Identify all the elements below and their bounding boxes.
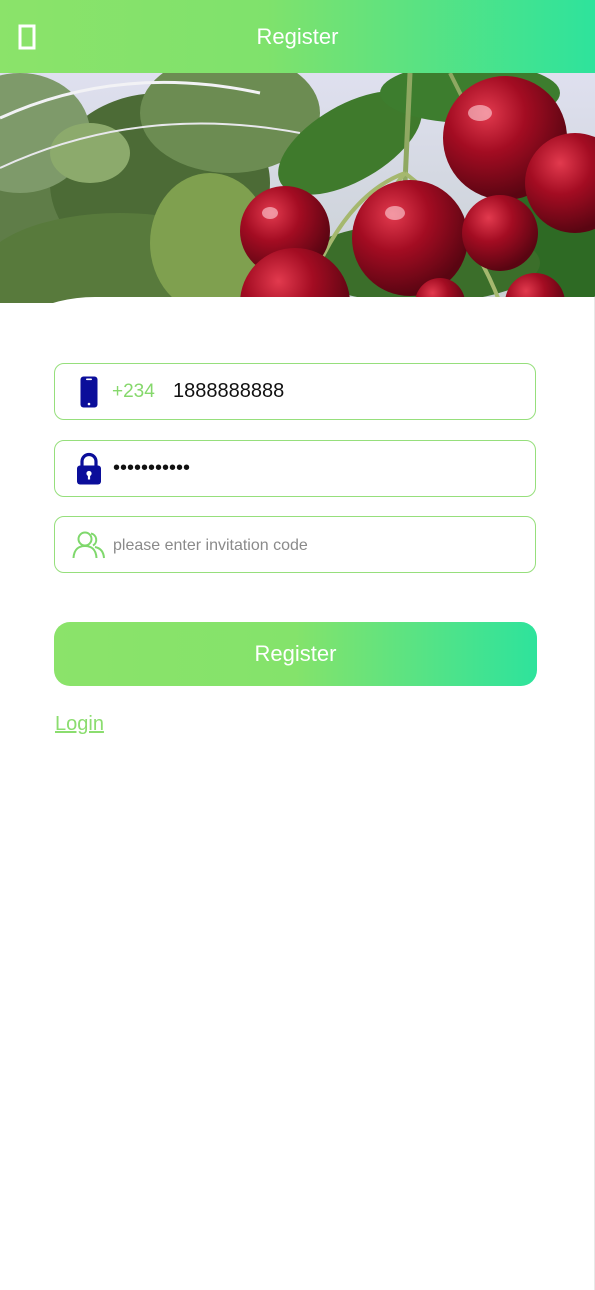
- login-link[interactable]: Login: [55, 713, 104, 736]
- invitation-code-input[interactable]: please enter invitation code: [113, 517, 308, 574]
- phone-field[interactable]: +234 1888888888: [54, 363, 536, 420]
- lock-icon: [77, 452, 101, 484]
- page-title: Register: [256, 24, 339, 49]
- top-bar: Register: [0, 0, 595, 73]
- password-field[interactable]: •••••••••••: [54, 440, 536, 497]
- invitation-field[interactable]: please enter invitation code: [54, 516, 536, 573]
- phone-input[interactable]: 1888888888: [173, 364, 284, 419]
- country-code[interactable]: +234: [112, 364, 155, 419]
- hero-image: [0, 73, 595, 303]
- password-input[interactable]: •••••••••••: [113, 441, 190, 496]
- register-button[interactable]: Register: [54, 622, 537, 686]
- phone-icon: [80, 376, 98, 407]
- users-icon: [72, 531, 105, 558]
